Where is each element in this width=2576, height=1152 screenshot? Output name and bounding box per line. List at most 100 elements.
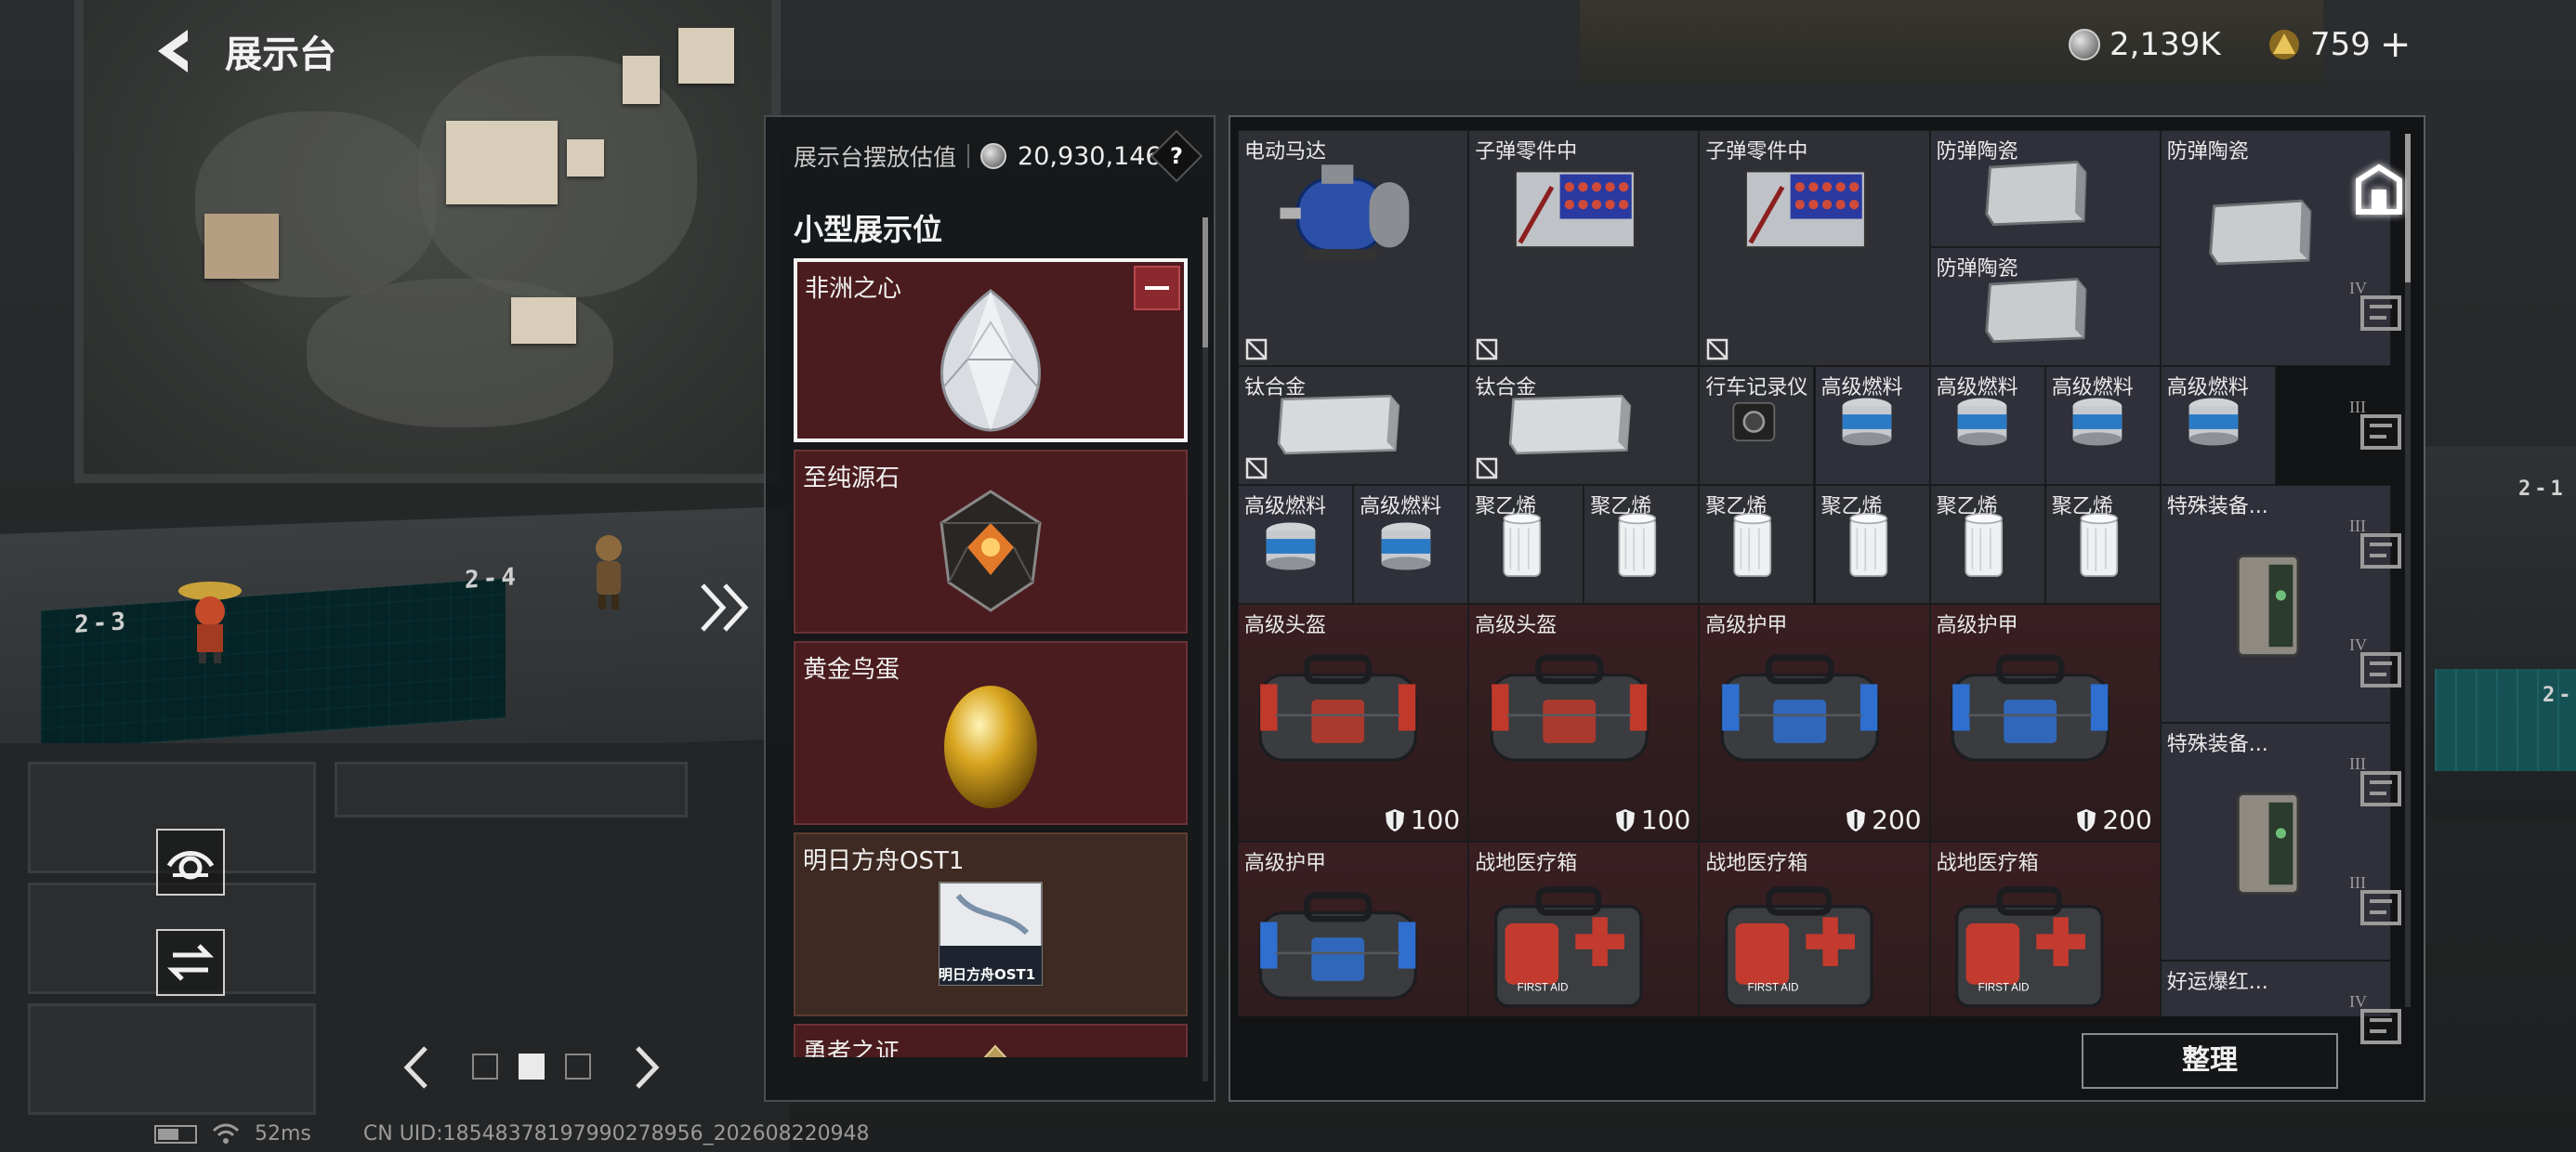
category-tab[interactable]: IV: [2349, 279, 2409, 338]
category-tab[interactable]: III: [2349, 517, 2409, 576]
inventory-item[interactable]: 高级护甲: [1238, 842, 1469, 1016]
svg-text:FIRST AID: FIRST AID: [1747, 982, 1798, 993]
inventory-item[interactable]: 子弹零件中: [1699, 130, 1930, 366]
inventory-item[interactable]: 聚乙烯: [2044, 485, 2161, 604]
durability: 200: [2076, 805, 2152, 835]
dashcam-icon: [1732, 401, 1776, 442]
sort-button[interactable]: 整理: [2082, 1033, 2338, 1089]
inventory-item[interactable]: 电动马达: [1238, 130, 1469, 366]
remove-item-button[interactable]: [1134, 266, 1180, 310]
fuel-can-icon: [1266, 522, 1316, 570]
durability: 100: [1615, 805, 1690, 835]
uid-text: CN UID:18548378197990278956_202608220948: [362, 1122, 870, 1145]
slot-name: 明日方舟OST1: [803, 847, 965, 875]
back-button[interactable]: [151, 26, 197, 76]
durability-value: 200: [2102, 805, 2152, 835]
inventory-item[interactable]: 防弹陶瓷: [1929, 130, 2161, 247]
inventory-item[interactable]: 防弹陶瓷: [1929, 247, 2161, 366]
item-name: 防弹陶瓷: [2166, 140, 2249, 164]
swap-button[interactable]: [156, 929, 225, 996]
inventory-item[interactable]: 高级头盔 100: [1238, 604, 1469, 842]
inventory-item[interactable]: FIRST AID 战地医疗箱: [1699, 842, 1930, 1016]
tier-label: III: [2349, 754, 2366, 773]
inventory-item[interactable]: 钛合金: [1238, 366, 1469, 485]
display-slot-list[interactable]: 非洲之心 至纯源石 黄金鸟蛋 明日方舟OST1 明日方舟OST1 勇者之证: [794, 258, 1188, 1057]
first-aid-kit-icon: FIRST AID: [1724, 886, 1873, 1008]
view-toggle-button[interactable]: [156, 829, 225, 896]
inventory-item[interactable]: 高级燃料: [1929, 366, 2045, 485]
polyethylene-roll-icon: [1503, 512, 1542, 577]
inventory-item[interactable]: 行车记录仪: [1699, 366, 1815, 485]
item-name: 好运爆红...: [2166, 971, 2268, 994]
category-tab[interactable]: [2349, 160, 2409, 219]
shield-icon: [1385, 808, 1404, 831]
first-aid-kit-icon: FIRST AID: [1954, 886, 2104, 1008]
item-name: 特殊装备...: [2166, 495, 2268, 518]
category-tab[interactable]: III: [2349, 398, 2409, 457]
page-indicator[interactable]: [519, 1054, 545, 1080]
prev-page-button[interactable]: [398, 1042, 435, 1093]
list-scrollbar[interactable]: [1203, 217, 1208, 1081]
display-slot[interactable]: 非洲之心: [794, 258, 1188, 442]
diamond-heart-icon: [940, 288, 1041, 432]
move-to-inventory-button[interactable]: [695, 580, 760, 635]
inventory-item[interactable]: 聚乙烯: [1584, 485, 1700, 604]
fuel-can-icon: [1842, 398, 1892, 446]
lucky-item-icon: [2225, 1014, 2310, 1016]
display-slot[interactable]: 至纯源石: [794, 450, 1188, 634]
inventory-item[interactable]: 钛合金: [1468, 366, 1700, 485]
display-slot[interactable]: 黄金鸟蛋: [794, 641, 1188, 825]
category-tab[interactable]: III: [2349, 754, 2409, 814]
inventory-item[interactable]: 高级燃料: [1353, 485, 1469, 604]
scroll-thumb[interactable]: [1203, 217, 1208, 347]
divider: [967, 144, 970, 168]
display-slot[interactable]: 勇者之证: [794, 1024, 1188, 1057]
item-name: 子弹零件中: [1475, 140, 1578, 164]
inventory-item[interactable]: 聚乙烯: [1814, 485, 1930, 604]
chevron-right-icon: [636, 1046, 660, 1089]
category-tab[interactable]: IV: [2349, 635, 2409, 695]
inventory-item[interactable]: 高级头盔 100: [1468, 604, 1700, 842]
inventory-item[interactable]: FIRST AID 战地医疗箱: [1929, 842, 2161, 1016]
silver-coin-icon: [2069, 29, 2100, 60]
item-name: 防弹陶瓷: [1936, 140, 2018, 164]
inventory-item[interactable]: 高级护甲 200: [1699, 604, 1930, 842]
inventory-item[interactable]: 聚乙烯: [1929, 485, 2045, 604]
next-page-button[interactable]: [628, 1042, 665, 1093]
page-indicator[interactable]: [565, 1054, 591, 1080]
chevron-left-icon: [403, 1046, 427, 1089]
category-tab[interactable]: III: [2349, 873, 2409, 933]
page-indicator[interactable]: [472, 1054, 498, 1080]
item-name: 高级头盔: [1475, 614, 1557, 637]
item-name: 高级燃料: [2051, 376, 2134, 399]
no-trade-icon: [1245, 338, 1268, 360]
help-button[interactable]: ?: [1150, 129, 1203, 183]
inventory-item[interactable]: 高级燃料: [1814, 366, 1930, 485]
inventory-item[interactable]: 高级燃料: [2160, 366, 2276, 485]
inventory-item[interactable]: 高级燃料: [1238, 485, 1354, 604]
category-tab[interactable]: IV: [2349, 992, 2409, 1052]
inventory-grid[interactable]: 电动马达 子弹零件中 子弹零件中 防弹陶瓷 防弹陶瓷 防弹陶瓷 钛合金 钛合金 …: [1238, 130, 2396, 1016]
inventory-item[interactable]: 聚乙烯: [1468, 485, 1584, 604]
display-slot[interactable]: 明日方舟OST1 明日方舟OST1: [794, 832, 1188, 1016]
inventory-item[interactable]: 高级燃料: [2044, 366, 2161, 485]
inventory-item[interactable]: 聚乙烯: [1699, 485, 1815, 604]
item-name: 战地医疗箱: [1936, 852, 2039, 875]
top-up-button[interactable]: +: [2380, 26, 2412, 63]
inventory-item[interactable]: 子弹零件中: [1468, 130, 1700, 366]
inventory-item[interactable]: 高级护甲 200: [1929, 604, 2161, 842]
gold-triangle-icon: [2269, 30, 2299, 59]
category-tabs: IV III III IV III III IV: [2333, 115, 2425, 1102]
inventory-panel: 电动马达 子弹零件中 子弹零件中 防弹陶瓷 防弹陶瓷 防弹陶瓷 钛合金 钛合金 …: [1229, 115, 2425, 1102]
polyethylene-roll-icon: [1965, 512, 2003, 577]
valuation-row: 展示台摆放估值 20,930,146: [794, 139, 1162, 173]
polyethylene-roll-icon: [1848, 512, 1887, 577]
durability: 200: [1846, 805, 1922, 835]
badge-icon: [983, 1044, 1007, 1057]
inventory-item[interactable]: FIRST AID 战地医疗箱: [1468, 842, 1700, 1016]
durability-value: 100: [1640, 805, 1691, 835]
item-name: 高级燃料: [1820, 376, 1903, 399]
no-trade-icon: [1707, 338, 1728, 360]
item-name: 高级护甲: [1705, 614, 1788, 637]
album-title-text: 明日方舟OST1: [939, 966, 1036, 983]
